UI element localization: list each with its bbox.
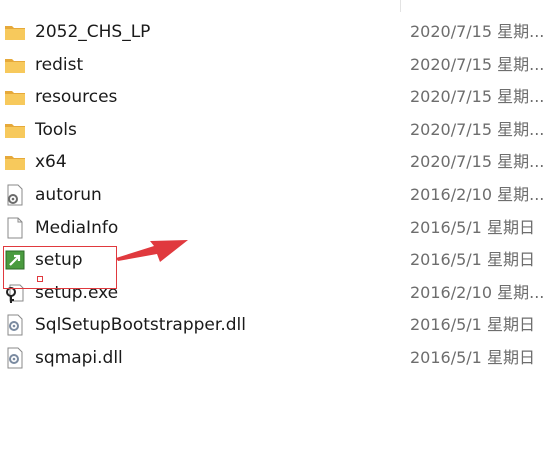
file-name: 2052_CHS_LP — [35, 22, 151, 42]
list-item-sqlsetupbootstrapper-dll[interactable]: SqlSetupBootstrapper.dll 2016/5/1 星期日 — [0, 309, 555, 342]
file-date: 2016/5/1 星期日 — [410, 217, 535, 237]
list-item-resources[interactable]: resources 2020/7/15 星期... — [0, 81, 555, 114]
file-date: 2020/7/15 星期... — [410, 119, 545, 139]
file-date: 2020/7/15 星期... — [410, 152, 545, 172]
file-date: 2020/7/15 星期... — [410, 22, 545, 41]
document-icon — [4, 217, 26, 239]
list-item-2052-chs-lp[interactable]: 2052_CHS_LP 2020/7/15 星期... — [0, 16, 555, 49]
dll-icon — [4, 347, 26, 369]
file-name: Tools — [35, 119, 77, 140]
folder-icon — [4, 151, 26, 173]
annotation-arrow-icon — [116, 240, 188, 262]
folder-icon — [4, 119, 26, 141]
file-name: sqmapi.dll — [35, 347, 123, 368]
annotation-highlight-box — [3, 246, 117, 289]
list-item-sqmapi-dll[interactable]: sqmapi.dll 2016/5/1 星期日 — [0, 342, 555, 375]
list-item-tools[interactable]: Tools 2020/7/15 星期... — [0, 114, 555, 147]
dll-icon — [4, 314, 26, 336]
column-separator — [400, 0, 401, 12]
file-list: 2052_CHS_LP 2020/7/15 星期... redist 2020/… — [0, 16, 555, 375]
list-item-autorun[interactable]: autorun 2016/2/10 星期... — [0, 179, 555, 212]
folder-icon — [4, 86, 26, 108]
file-name: redist — [35, 54, 84, 75]
file-name: SqlSetupBootstrapper.dll — [35, 315, 246, 336]
file-name: MediaInfo — [35, 217, 119, 238]
file-name: resources — [35, 87, 118, 108]
settings-file-icon — [4, 184, 26, 206]
file-date: 2020/7/15 星期... — [410, 54, 545, 74]
file-date: 2016/5/1 星期日 — [410, 347, 535, 367]
list-item-x64[interactable]: x64 2020/7/15 星期... — [0, 146, 555, 179]
annotation-cursor-marker — [37, 276, 43, 282]
file-date: 2020/7/15 星期... — [410, 87, 545, 107]
file-name: x64 — [35, 152, 67, 173]
file-name: autorun — [35, 184, 102, 205]
file-date: 2016/5/1 星期日 — [410, 315, 535, 335]
file-date: 2016/2/10 星期... — [410, 184, 545, 204]
file-date: 2016/2/10 星期... — [410, 282, 545, 302]
folder-icon — [4, 54, 26, 76]
list-item-redist[interactable]: redist 2020/7/15 星期... — [0, 49, 555, 82]
list-item-mediainfo[interactable]: MediaInfo 2016/5/1 星期日 — [0, 212, 555, 245]
file-date: 2016/5/1 星期日 — [410, 250, 535, 270]
folder-icon — [4, 21, 26, 43]
